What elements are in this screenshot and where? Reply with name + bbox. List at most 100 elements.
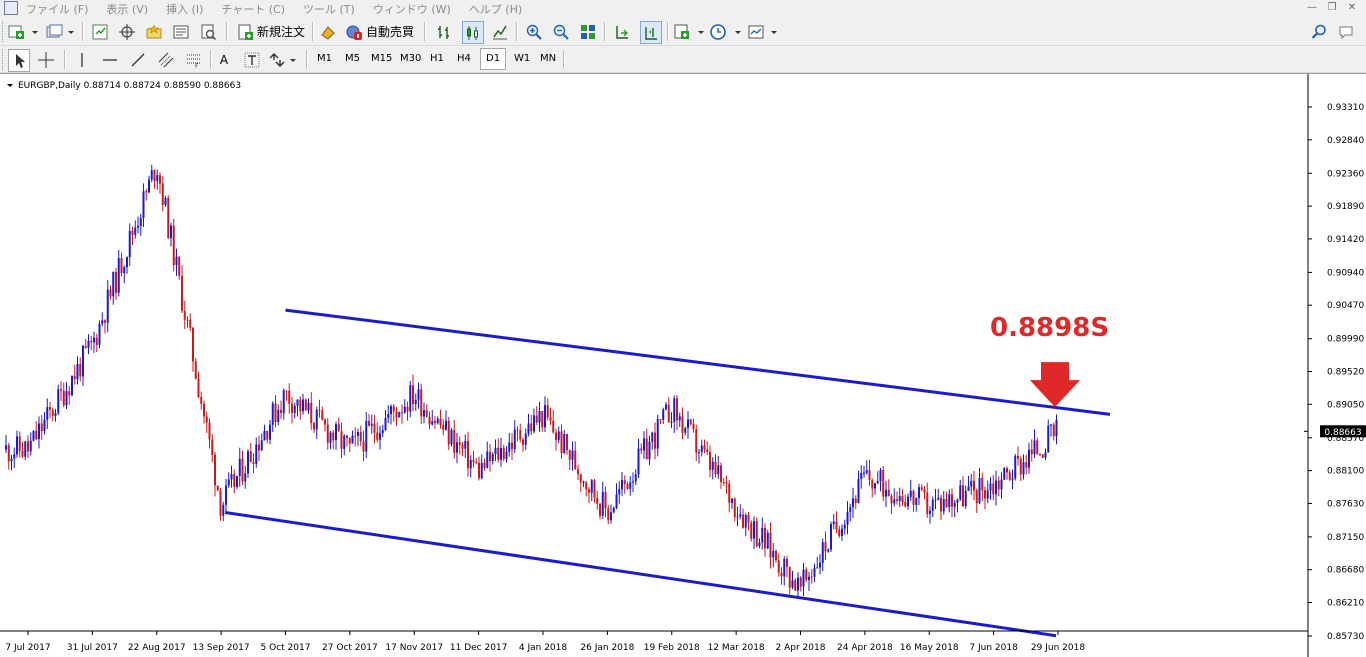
new-order-label: 新規注文 [256,25,305,39]
candle [57,384,60,416]
candle-body [467,440,469,469]
timeframe-w1[interactable]: W1 [509,49,535,69]
candle [915,497,918,512]
candle [49,401,51,419]
menu-help[interactable]: ヘルプ (H) [469,1,522,17]
zoom-out-button[interactable] [551,21,571,42]
zoom-in-button[interactable] [524,21,544,42]
line-chart-button[interactable] [490,21,510,42]
candle [131,226,134,245]
candle [890,493,893,515]
candle [225,478,227,512]
menu-view[interactable]: 表示 (V) [106,1,148,17]
close-icon[interactable]: ✕ [1344,1,1360,14]
candle-body [852,498,854,508]
candle [975,488,978,513]
metaeditor-button[interactable] [318,21,338,42]
navigator-button[interactable] [144,21,164,42]
timeframe-m5[interactable]: M5 [340,49,365,69]
candle [442,418,445,436]
chart-window[interactable]: EURGBP,Daily 0.88714 0.88724 0.88590 0.8… [0,73,1366,657]
candle [610,504,612,524]
candle [698,449,700,464]
candle [60,381,62,402]
chart-shift-button[interactable] [640,21,662,44]
candle [577,464,579,481]
menu-insert[interactable]: 挿入 (I) [166,1,203,17]
candle [337,417,340,432]
new-order-button[interactable]: 新規注文 [234,21,308,42]
channel-upper-trendline[interactable] [285,308,1111,416]
timeframe-m15[interactable]: M15 [366,49,397,69]
candle [780,567,783,585]
equidistant-channel-button[interactable] [156,49,176,70]
new-chart-button[interactable] [8,21,40,42]
indicators-button[interactable] [674,21,706,42]
candle [258,435,260,461]
candle-body [409,385,412,412]
terminal-button[interactable] [171,21,191,42]
candle [552,409,555,434]
chart-menu-triangle-icon[interactable] [7,84,13,87]
candle [324,418,326,432]
auto-trading-button[interactable]: 自動売買 [342,21,418,42]
templates-button[interactable] [748,21,780,42]
menu-window[interactable]: ウィンドウ (W) [373,1,451,17]
market-watch-button[interactable] [90,21,110,42]
fibonacci-button[interactable]: F [184,49,204,70]
vertical-line-icon [81,52,83,67]
candle [615,483,618,510]
candle-body [750,522,753,539]
arrows-button[interactable] [268,49,298,70]
menu-file[interactable]: ファイル (F) [26,1,88,17]
cursor-tool-button[interactable] [8,49,30,72]
candlestick-button[interactable] [462,21,484,44]
timeframe-m1[interactable]: M1 [312,49,337,69]
restore-icon[interactable]: ❐ [1324,1,1340,14]
candle-body [703,445,706,450]
candle [981,472,984,502]
search-button[interactable] [1309,21,1329,42]
candle [882,465,885,502]
crosshair-tool-button[interactable] [36,49,56,70]
annotation-text: 0.8898S [990,313,1109,343]
candle [898,487,901,507]
candle-body [772,551,775,558]
candle-body [890,496,893,504]
candle-body [626,484,629,489]
channel-lower-trendline[interactable] [224,510,1057,638]
candle [648,435,651,466]
data-window-button[interactable] [117,21,137,42]
candle-body [885,489,887,497]
minimize-icon[interactable]: — [1304,1,1320,14]
candle-body [348,437,351,444]
timeframe-m30[interactable]: M30 [395,49,426,69]
autoscroll-button[interactable] [612,21,632,42]
timeframe-h4[interactable]: H4 [452,49,476,69]
periods-button[interactable] [710,21,744,42]
menu-tools[interactable]: ツール (T) [303,1,355,17]
candle [186,316,189,328]
chat-button[interactable] [1336,21,1360,42]
menu-chart[interactable]: チャート (C) [221,1,285,17]
candle [29,432,32,456]
text-tool-button[interactable]: A [214,49,234,70]
strategy-tester-button[interactable] [198,21,218,42]
text-label-button[interactable] [242,49,262,70]
candle-body [824,542,827,552]
menu-list: ファイル (F) 表示 (V) 挿入 (I) チャート (C) ツール (T) … [26,1,540,17]
timeframe-h1[interactable]: H1 [425,49,449,69]
candle [271,401,274,433]
tile-windows-button[interactable] [578,21,598,42]
vertical-line-button[interactable] [72,49,92,70]
timeframe-d1[interactable]: D1 [480,48,507,70]
candle-body [1008,472,1011,480]
candle-body [57,389,60,414]
profiles-button[interactable] [46,21,76,42]
trendline-button[interactable] [128,49,148,70]
timeframe-mn[interactable]: MN [535,49,561,69]
candle [318,399,321,418]
bar-chart-button[interactable] [434,21,454,42]
price-chart[interactable]: EURGBP,Daily 0.88714 0.88724 0.88590 0.8… [0,74,1366,657]
horizontal-line-button[interactable] [100,49,120,70]
